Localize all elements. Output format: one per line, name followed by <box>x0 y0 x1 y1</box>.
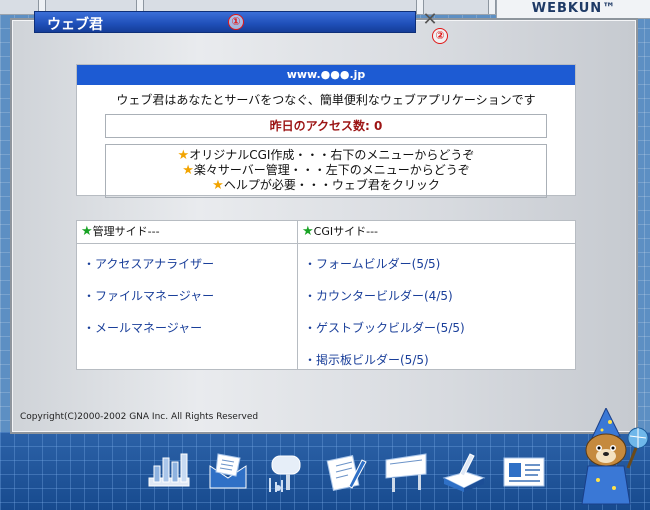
star-icon: ★ <box>177 148 190 163</box>
star-icon: ★ <box>212 178 224 193</box>
cgi-header: ★CGIサイド--- <box>298 221 575 244</box>
menu-mail-manager[interactable]: ・メールマネージャー <box>83 312 297 344</box>
cgi-column: ★CGIサイド--- ・フォームビルダー(5/5) ・カウンタービルダー(4/5… <box>298 221 575 369</box>
info-box: ★オリジナルCGI作成・・・右下のメニューからどうぞ ★楽々サーバー管理・・・左… <box>105 144 547 198</box>
window-title: ウェブ君 <box>47 17 103 33</box>
info-line-text: オリジナルCGI作成・・・右下のメニューからどうぞ <box>189 148 475 162</box>
title-bar[interactable]: ウェブ君 <box>34 11 416 33</box>
domain-header: www.●●●.jp <box>77 65 575 85</box>
info-panel: www.●●●.jp ウェブ君はあなたとサーバをつなぐ、簡単便利なウェブアプリケ… <box>76 64 576 198</box>
admin-column: ★管理サイド--- ・アクセスアナライザー ・ファイルマネージャー ・メールマネ… <box>77 221 298 369</box>
close-icon: ✕ <box>422 9 438 30</box>
info-line-text: 楽々サーバー管理・・・左下のメニューからどうぞ <box>193 163 470 177</box>
info-line: ★楽々サーバー管理・・・左下のメニューからどうぞ <box>106 163 546 178</box>
star-icon: ★ <box>302 224 314 239</box>
menu-table: ★管理サイド--- ・アクセスアナライザー ・ファイルマネージャー ・メールマネ… <box>76 220 576 370</box>
info-line: ★ヘルプが必要・・・ウェブ君をクリック <box>106 178 546 193</box>
mascot-icon[interactable] <box>572 408 650 508</box>
board-icon[interactable] <box>382 448 430 496</box>
badge-two: ② <box>432 28 448 44</box>
menu-file-manager[interactable]: ・ファイルマネージャー <box>83 280 297 312</box>
menu-guestbook-builder[interactable]: ・ゲストブックビルダー(5/5) <box>304 312 575 344</box>
menu-bbs-builder[interactable]: ・掲示板ビルダー(5/5) <box>304 344 575 376</box>
info-line: ★オリジナルCGI作成・・・右下のメニューからどうぞ <box>106 148 546 163</box>
chart-icon[interactable] <box>145 448 193 496</box>
close-button[interactable]: ✕ <box>420 10 440 30</box>
mail-icon[interactable] <box>204 448 252 496</box>
brand-logo: WEBKUN™ <box>496 0 650 19</box>
book-icon[interactable] <box>440 448 488 496</box>
menu-counter-builder[interactable]: ・カウンタービルダー(4/5) <box>304 280 575 312</box>
admin-header: ★管理サイド--- <box>77 221 297 244</box>
access-count: 昨日のアクセス数: 0 <box>105 114 547 138</box>
pole <box>488 0 496 14</box>
menu-access-analyzer[interactable]: ・アクセスアナライザー <box>83 248 297 280</box>
info-line-text: ヘルプが必要・・・ウェブ君をクリック <box>223 178 440 192</box>
badge-one: ① <box>228 14 244 30</box>
mailbox-icon[interactable] <box>262 448 310 496</box>
intro-text: ウェブ君はあなたとサーバをつなぐ、簡単便利なウェブアプリケーションです <box>116 93 536 107</box>
admin-header-text: 管理サイド--- <box>92 225 160 238</box>
pencil-icon[interactable] <box>322 448 370 496</box>
star-icon: ★ <box>182 163 194 178</box>
copyright: Copyright(C)2000-2002 GNA Inc. All Right… <box>20 412 259 422</box>
cgi-header-text: CGIサイド--- <box>313 225 379 238</box>
menu-form-builder[interactable]: ・フォームビルダー(5/5) <box>304 248 575 280</box>
star-icon: ★ <box>81 224 93 239</box>
card-icon[interactable] <box>500 448 548 496</box>
